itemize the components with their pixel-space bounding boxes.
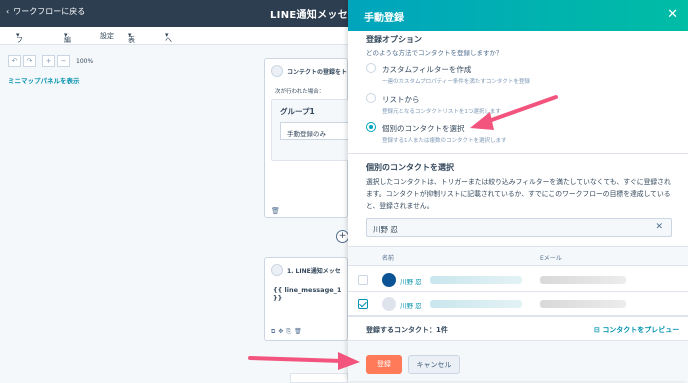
annotation-arrow-line — [484, 95, 558, 124]
annotation-arrowhead — [470, 112, 494, 130]
annotation-arrowhead — [338, 352, 360, 370]
annotation-arrow-line — [248, 356, 344, 363]
annotation-arrows — [248, 95, 558, 370]
